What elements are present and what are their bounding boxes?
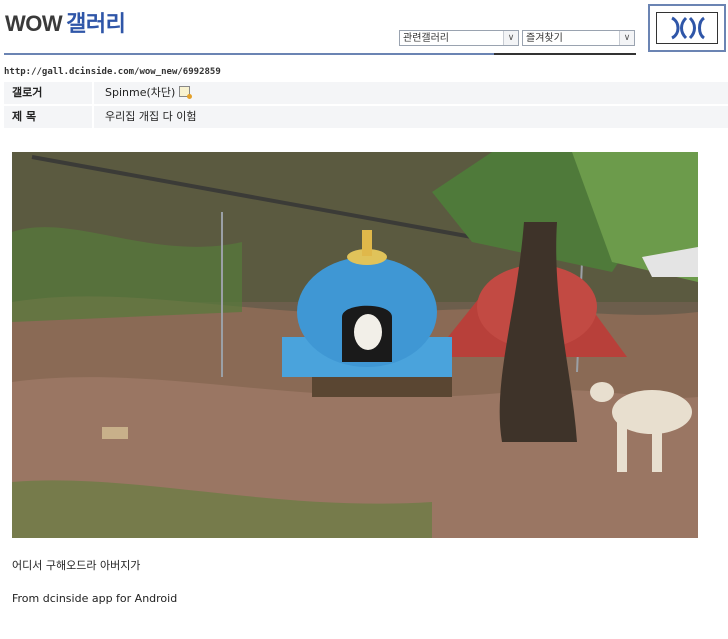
chevron-down-icon: ∨: [503, 31, 518, 45]
subject-value: 우리집 개집 다 이험: [105, 110, 197, 123]
yard-scene-image: [12, 152, 698, 538]
gallery-title-kr: 갤러리: [66, 11, 126, 36]
post-body-line-2: From dcinside app for Android: [12, 592, 178, 605]
author-label: 갤로거: [4, 82, 94, 104]
gallery-title[interactable]: WOW 갤러리: [5, 6, 126, 38]
dcinside-logo-mark: [671, 16, 706, 40]
post-url[interactable]: http://gall.dcinside.com/wow_new/6992859: [4, 67, 221, 77]
related-gallery-select-label: 관련갤러리: [403, 33, 449, 44]
related-gallery-select[interactable]: 관련갤러리 ∨: [399, 30, 519, 46]
gallery-title-en: WOW: [5, 11, 63, 36]
subject-row: 제 목 우리집 개집 다 이험: [4, 106, 728, 128]
author-value[interactable]: Spinme(차단): [105, 82, 193, 104]
memo-icon[interactable]: [179, 86, 193, 99]
gallery-header: WOW 갤러리 관련갤러리 ∨ 즐겨찾기 ∨: [0, 0, 728, 60]
favorites-select-label: 즐겨찾기: [526, 33, 563, 44]
chevron-down-icon: ∨: [619, 31, 634, 45]
author-row: 갤로거 Spinme(차단): [4, 82, 728, 104]
author-name: Spinme(차단): [105, 86, 176, 99]
post-body-line-1: 어디서 구해오드라 아버지가: [12, 559, 141, 572]
favorites-select[interactable]: 즐겨찾기 ∨: [522, 30, 635, 46]
post-photo: [12, 152, 698, 538]
dcinside-logo-icon[interactable]: [648, 4, 726, 52]
header-divider-accent: [494, 53, 636, 55]
subject-label: 제 목: [4, 106, 94, 128]
